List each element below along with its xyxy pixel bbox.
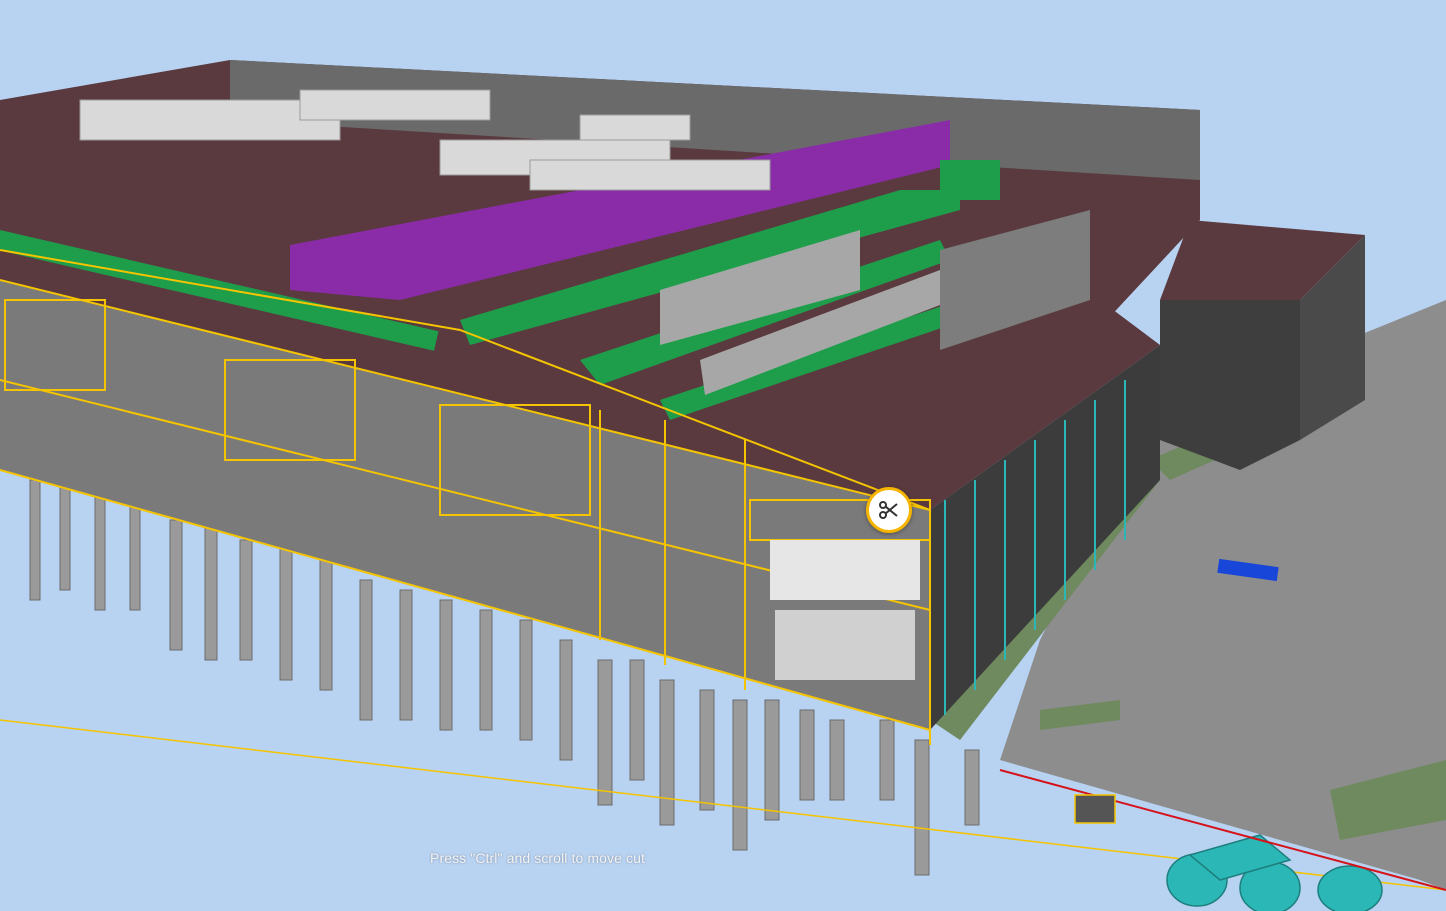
cut-room (770, 540, 920, 600)
cut-hint-text: Press "Ctrl" and scroll to move cut (430, 850, 645, 866)
3d-viewport[interactable]: Press "Ctrl" and scroll to move cut (0, 0, 1446, 911)
section-cut-handle[interactable] (866, 487, 912, 533)
building-model[interactable] (0, 0, 1446, 911)
scissors-icon (879, 501, 898, 519)
utility-box (1074, 794, 1116, 824)
rear-building-facade (1160, 300, 1300, 470)
cut-room-2 (775, 610, 915, 680)
